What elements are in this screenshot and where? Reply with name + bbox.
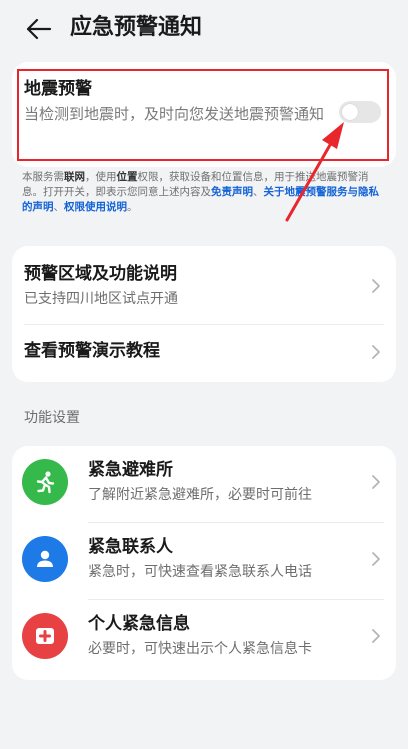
chevron-right-icon	[372, 345, 380, 359]
emergency-shelter-subtitle: 了解附近紧急避难所，必要时可前往	[88, 487, 312, 503]
notice-text: 。	[127, 201, 138, 213]
demo-tutorial-title: 查看预警演示教程	[24, 341, 160, 361]
service-notice: 本服务需联网，使用位置权限，获取设备和位置信息，用于推送地震预警消息。打开开关，…	[22, 170, 384, 215]
personal-emergency-info-title: 个人紧急信息	[88, 614, 190, 634]
notice-text: 、	[253, 186, 264, 198]
notice-location: 位置	[116, 171, 138, 183]
permission-info-link[interactable]: 权限使用说明	[64, 201, 127, 213]
emergency-contact-row[interactable]: 紧急联系人 紧急时，可快速查看紧急联系人电话	[12, 523, 396, 599]
emergency-contact-title: 紧急联系人	[88, 537, 173, 557]
notice-text: 、	[53, 201, 65, 213]
app-header: 应急预警通知	[0, 0, 408, 60]
warning-area-title: 预警区域及功能说明	[24, 264, 177, 284]
annotation-highlight-box	[17, 69, 389, 161]
page-title: 应急预警通知	[70, 15, 203, 40]
demo-tutorial-row[interactable]: 查看预警演示教程	[12, 325, 396, 382]
emergency-shelter-row[interactable]: 紧急避难所 了解附近紧急避难所，必要时可前往	[12, 446, 396, 522]
personal-emergency-info-subtitle: 必要时，可快速出示个人紧急信息卡	[88, 641, 312, 657]
function-settings-label: 功能设置	[24, 410, 80, 426]
chevron-right-icon	[372, 552, 380, 566]
personal-emergency-info-row[interactable]: 个人紧急信息 必要时，可快速出示个人紧急信息卡	[12, 600, 396, 678]
disclaimer-link[interactable]: 免责声明	[211, 186, 253, 198]
contact-person-icon	[22, 536, 68, 582]
chevron-right-icon	[372, 279, 380, 293]
chevron-right-icon	[372, 475, 380, 489]
back-button[interactable]	[20, 12, 56, 46]
warning-area-subtitle: 已支持四川地区试点开通	[24, 291, 178, 307]
emergency-shelter-title: 紧急避难所	[88, 460, 173, 480]
chevron-right-icon	[372, 629, 380, 643]
notice-text: 本服务需	[22, 171, 64, 183]
info-card: 预警区域及功能说明 已支持四川地区试点开通 查看预警演示教程	[12, 246, 396, 382]
running-person-icon	[22, 459, 68, 505]
warning-area-row[interactable]: 预警区域及功能说明 已支持四川地区试点开通	[12, 246, 396, 324]
notice-network: 联网	[64, 171, 85, 183]
function-settings-card: 紧急避难所 了解附近紧急避难所，必要时可前往 紧急联系人 紧急时，可快速查看紧急…	[12, 446, 396, 680]
emergency-contact-subtitle: 紧急时，可快速查看紧急联系人电话	[88, 564, 312, 580]
medical-cross-icon	[22, 613, 68, 659]
notice-text: ，使用	[85, 171, 117, 183]
back-arrow-icon	[26, 18, 52, 40]
